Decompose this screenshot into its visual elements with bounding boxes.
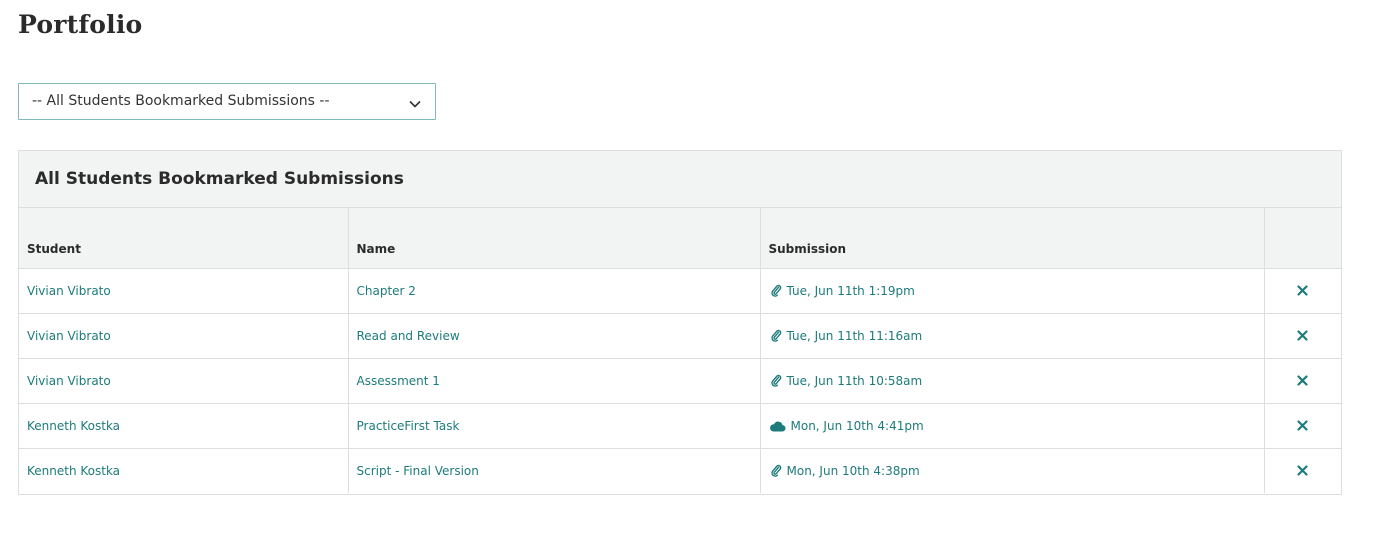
submission-date: Tue, Jun 11th 11:16am: [786, 328, 923, 343]
submission-link[interactable]: Tue, Jun 11th 1:19pm: [769, 284, 1256, 298]
remove-bookmark-button[interactable]: [1295, 372, 1311, 388]
submission-link[interactable]: Mon, Jun 10th 4:41pm: [769, 419, 1256, 433]
paperclip-icon: [769, 329, 783, 343]
paperclip-icon: [769, 374, 783, 388]
cloud-icon: [769, 419, 787, 433]
table-row: Vivian Vibrato Assessment 1 Tue, Jun 11t…: [19, 358, 1341, 404]
paperclip-icon: [769, 284, 783, 298]
table-row: Vivian Vibrato Read and Review Tue, Jun …: [19, 313, 1341, 359]
student-cell: Kenneth Kostka: [19, 403, 349, 449]
page-title: Portfolio: [18, 10, 143, 39]
portfolio-page: Portfolio -- All Students Bookmarked Sub…: [0, 0, 1381, 536]
paperclip-icon: [769, 464, 783, 478]
student-cell: Kenneth Kostka: [19, 448, 349, 493]
actions-cell: [1264, 358, 1341, 404]
remove-bookmark-button[interactable]: [1295, 417, 1311, 433]
submission-link[interactable]: Tue, Jun 11th 11:16am: [769, 329, 1256, 343]
student-link[interactable]: Kenneth Kostka: [27, 464, 120, 478]
submission-link[interactable]: Tue, Jun 11th 10:58am: [769, 374, 1256, 388]
column-header-submission: Submission: [760, 208, 1265, 269]
filter-selected-value: -- All Students Bookmarked Submissions -…: [32, 93, 330, 109]
assignment-name-link[interactable]: Script - Final Version: [357, 464, 479, 478]
submission-date: Tue, Jun 11th 10:58am: [786, 373, 923, 388]
assignment-name-link[interactable]: Assessment 1: [357, 374, 440, 388]
close-icon: [1297, 420, 1308, 431]
student-link[interactable]: Vivian Vibrato: [27, 284, 111, 298]
submission-cell: Tue, Jun 11th 10:58am: [760, 358, 1265, 404]
submissions-filter-select[interactable]: -- All Students Bookmarked Submissions -…: [18, 83, 436, 120]
submission-cell: Mon, Jun 10th 4:41pm: [760, 403, 1265, 449]
student-link[interactable]: Kenneth Kostka: [27, 419, 120, 433]
close-icon: [1297, 330, 1308, 341]
close-icon: [1297, 375, 1308, 386]
bookmarked-submissions-panel: All Students Bookmarked Submissions Stud…: [18, 150, 1342, 495]
close-icon: [1297, 465, 1308, 476]
close-icon: [1297, 285, 1308, 296]
remove-bookmark-button[interactable]: [1295, 327, 1311, 343]
student-cell: Vivian Vibrato: [19, 268, 349, 314]
student-cell: Vivian Vibrato: [19, 313, 349, 359]
panel-title: All Students Bookmarked Submissions: [35, 169, 404, 189]
submissions-table: Student Name Submission Vivian Vibrato C…: [19, 208, 1341, 493]
remove-bookmark-button[interactable]: [1295, 282, 1311, 298]
table-row: Kenneth Kostka Script - Final Version Mo…: [19, 448, 1341, 493]
column-header-actions: [1264, 208, 1341, 269]
name-cell: Read and Review: [348, 313, 761, 359]
student-link[interactable]: Vivian Vibrato: [27, 329, 111, 343]
submission-date: Mon, Jun 10th 4:41pm: [790, 418, 924, 433]
name-cell: Assessment 1: [348, 358, 761, 404]
student-cell: Vivian Vibrato: [19, 358, 349, 404]
column-header-name: Name: [348, 208, 761, 269]
name-cell: Chapter 2: [348, 268, 761, 314]
name-cell: PracticeFirst Task: [348, 403, 761, 449]
assignment-name-link[interactable]: Chapter 2: [357, 284, 416, 298]
column-header-student: Student: [19, 208, 349, 269]
table-body: Vivian Vibrato Chapter 2 Tue, Jun 11th 1…: [19, 268, 1341, 493]
student-link[interactable]: Vivian Vibrato: [27, 374, 111, 388]
submission-cell: Tue, Jun 11th 11:16am: [760, 313, 1265, 359]
submission-link[interactable]: Mon, Jun 10th 4:38pm: [769, 464, 1256, 478]
actions-cell: [1264, 448, 1341, 493]
actions-cell: [1264, 403, 1341, 449]
table-header-row: Student Name Submission: [19, 208, 1341, 269]
assignment-name-link[interactable]: PracticeFirst Task: [357, 419, 460, 433]
assignment-name-link[interactable]: Read and Review: [357, 329, 460, 343]
table-row: Vivian Vibrato Chapter 2 Tue, Jun 11th 1…: [19, 268, 1341, 314]
actions-cell: [1264, 268, 1341, 314]
remove-bookmark-button[interactable]: [1295, 463, 1311, 479]
name-cell: Script - Final Version: [348, 448, 761, 493]
chevron-down-icon: [408, 95, 422, 108]
submission-cell: Mon, Jun 10th 4:38pm: [760, 448, 1265, 493]
submission-cell: Tue, Jun 11th 1:19pm: [760, 268, 1265, 314]
submission-date: Tue, Jun 11th 1:19pm: [786, 283, 915, 298]
actions-cell: [1264, 313, 1341, 359]
submission-date: Mon, Jun 10th 4:38pm: [786, 463, 920, 478]
table-row: Kenneth Kostka PracticeFirst Task Mon, J…: [19, 403, 1341, 449]
panel-header: All Students Bookmarked Submissions: [19, 151, 1341, 208]
